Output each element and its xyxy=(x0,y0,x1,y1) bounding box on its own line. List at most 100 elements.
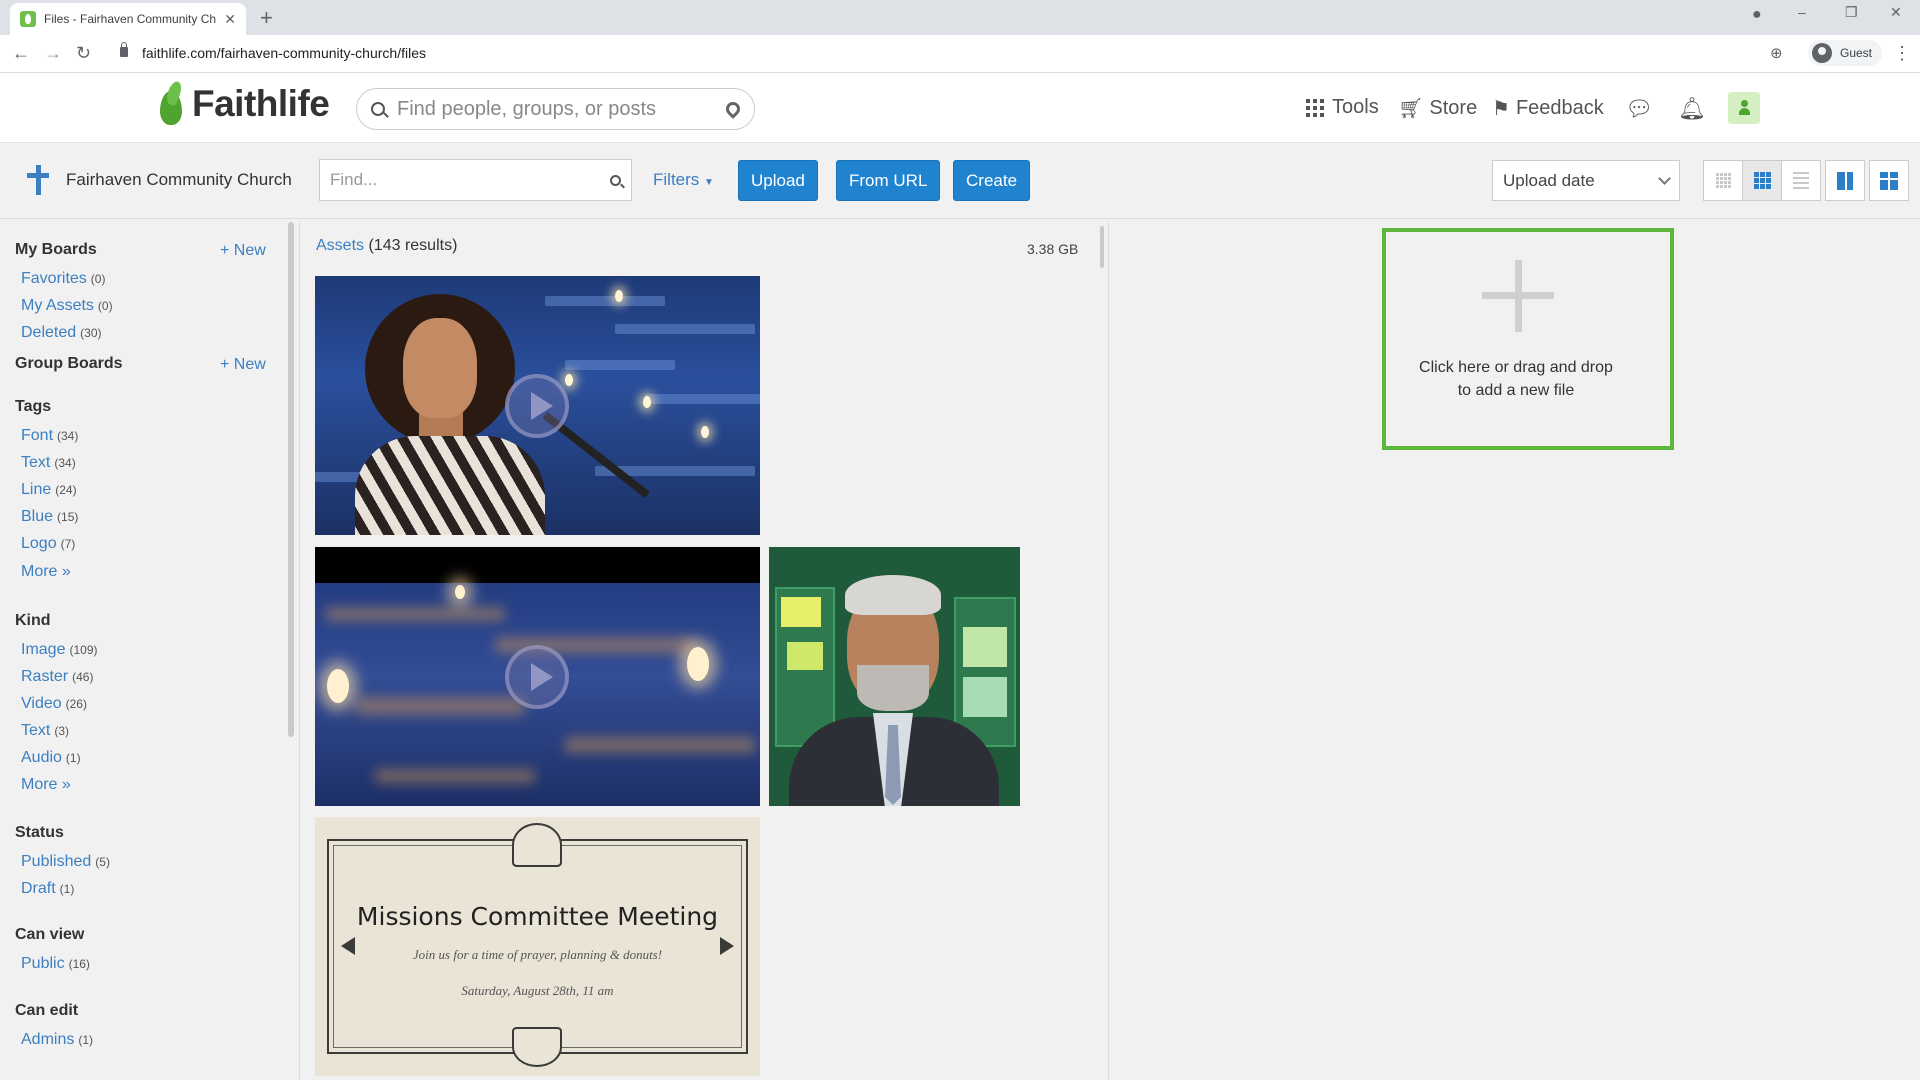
view-grid-button[interactable] xyxy=(1742,160,1782,201)
sidebar-item-count: (15) xyxy=(57,510,79,524)
find-search-icon[interactable] xyxy=(610,174,621,186)
sidebar-item-kind-text[interactable]: Text (3) xyxy=(21,722,69,740)
restore-icon[interactable]: ❐ xyxy=(1845,4,1858,21)
can-view-heading: Can view xyxy=(15,926,85,943)
sidebar-item-my-assets[interactable]: My Assets (0) xyxy=(21,297,113,315)
browser-menu-icon[interactable]: ⋮ xyxy=(1893,43,1911,64)
tools-menu[interactable]: Tools xyxy=(1306,96,1379,119)
tab-close-icon[interactable]: ✕ xyxy=(224,11,236,28)
tags-more-link[interactable]: More » xyxy=(21,563,71,581)
address-bar[interactable]: faithlife.com/fairhaven-community-church… xyxy=(142,45,426,61)
asset-thumbnail-video-singer[interactable] xyxy=(315,276,760,535)
sidebar-item-can-edit-admins[interactable]: Admins (1) xyxy=(21,1031,93,1049)
sidebar-item-favorites[interactable]: Favorites (0) xyxy=(21,270,105,288)
background-brick xyxy=(615,324,755,334)
location-pin-icon[interactable] xyxy=(723,99,743,119)
profile-button[interactable]: Guest xyxy=(1808,40,1883,66)
sidebar-item-label: Audio xyxy=(21,749,62,766)
dropzone-line-1: Click here or drag and drop xyxy=(1419,359,1613,376)
chevron-down-icon xyxy=(1658,172,1671,185)
sidebar-item-tag-text[interactable]: Text (34) xyxy=(21,454,76,472)
asset-thumbnail-invitation-card[interactable]: Missions Committee Meeting Join us for a… xyxy=(315,817,760,1076)
add-file-plus-icon[interactable] xyxy=(1482,260,1554,332)
sidebar-item-label: Admins xyxy=(21,1031,75,1048)
sidebar-item-kind-audio[interactable]: Audio (1) xyxy=(21,749,81,767)
view-masonry-button[interactable] xyxy=(1869,160,1909,201)
bokeh-light xyxy=(455,585,465,599)
profile-avatar-icon xyxy=(1812,43,1832,63)
faithlife-logo[interactable]: Faithlife xyxy=(158,81,330,127)
media-control-icon[interactable]: ● xyxy=(1752,6,1762,24)
sidebar-item-tag-font[interactable]: Font (34) xyxy=(21,427,78,445)
church-cross-icon xyxy=(27,165,49,195)
store-link[interactable]: 🛒︎ Store xyxy=(1398,96,1477,121)
files-toolbar: Fairhaven Community Church Filters ▼ Upl… xyxy=(0,143,1920,219)
blurred-shape xyxy=(565,737,755,753)
zoom-icon[interactable]: ⊕ xyxy=(1770,44,1783,62)
singer-face xyxy=(403,318,477,418)
global-search[interactable] xyxy=(356,88,755,130)
view-list-button[interactable] xyxy=(1781,160,1821,201)
sidebar-item-label: Raster xyxy=(21,668,69,685)
view-details-panel-button[interactable] xyxy=(1825,160,1865,201)
notifications-bell-icon[interactable]: 🔔︎ xyxy=(1678,96,1706,122)
sidebar-item-status-draft[interactable]: Draft (1) xyxy=(21,880,74,898)
find-box[interactable] xyxy=(319,159,632,201)
forward-icon[interactable]: → xyxy=(44,43,62,64)
sidebar-item-kind-video[interactable]: Video (26) xyxy=(21,695,87,713)
card-date: Saturday, August 28th, 11 am xyxy=(461,983,614,998)
sidebar-item-label: Public xyxy=(21,955,65,972)
group-name[interactable]: Fairhaven Community Church xyxy=(66,170,292,190)
sidebar-item-tag-line[interactable]: Line (24) xyxy=(21,481,77,499)
sidebar-item-deleted[interactable]: Deleted (30) xyxy=(21,324,102,342)
create-button[interactable]: Create xyxy=(953,160,1031,201)
dropzone-instructions[interactable]: Click here or drag and drop to add a new… xyxy=(1392,356,1640,402)
asset-thumbnail-image-portrait[interactable] xyxy=(769,547,1020,806)
find-input[interactable] xyxy=(330,170,610,190)
user-avatar[interactable] xyxy=(1728,92,1760,124)
back-icon[interactable]: ← xyxy=(12,43,30,64)
feedback-link[interactable]: ⚑ Feedback xyxy=(1492,96,1604,121)
feedback-label: Feedback xyxy=(1515,97,1604,119)
kind-more-link[interactable]: More » xyxy=(21,776,71,794)
sort-select[interactable]: Upload date xyxy=(1492,160,1680,201)
sidebar-item-tag-blue[interactable]: Blue (15) xyxy=(21,508,78,526)
sticky-note xyxy=(963,677,1007,717)
apps-grid-icon xyxy=(1306,98,1324,117)
play-icon[interactable] xyxy=(505,645,569,709)
close-window-icon[interactable]: ✕ xyxy=(1890,4,1902,21)
messages-icon[interactable]: 💬︎ xyxy=(1625,96,1653,122)
browser-tab[interactable]: Files - Fairhaven Community Chu ✕ xyxy=(10,3,246,35)
site-header: Faithlife Tools 🛒︎ Store ⚑ Feedback 💬︎ 🔔… xyxy=(0,73,1920,143)
new-group-board-link[interactable]: + New xyxy=(220,356,266,374)
sidebar-item-can-view-public[interactable]: Public (16) xyxy=(21,955,90,973)
faithlife-favicon-icon xyxy=(20,11,36,27)
minimize-icon[interactable]: – xyxy=(1798,4,1806,20)
new-tab-icon[interactable]: + xyxy=(260,5,273,31)
global-search-input[interactable] xyxy=(397,97,726,121)
sidebar-item-label: My Assets xyxy=(21,297,94,314)
sidebar-item-kind-raster[interactable]: Raster (46) xyxy=(21,668,93,686)
assets-scrollbar[interactable] xyxy=(1100,226,1104,268)
view-small-grid-button[interactable] xyxy=(1703,160,1743,201)
sidebar-item-count: (34) xyxy=(57,429,79,443)
my-boards-heading: My Boards xyxy=(15,241,97,258)
from-url-button[interactable]: From URL xyxy=(836,160,941,201)
sidebar-scrollbar[interactable] xyxy=(288,222,294,737)
assets-link[interactable]: Assets xyxy=(316,237,364,254)
assets-panel: Assets (143 results) 3.38 GB Missions Co… xyxy=(301,220,1109,1080)
filters-dropdown[interactable]: Filters ▼ xyxy=(653,170,714,190)
sidebar-item-kind-image[interactable]: Image (109) xyxy=(21,641,97,659)
stage-light xyxy=(615,290,623,302)
sidebar-item-status-published[interactable]: Published (5) xyxy=(21,853,110,871)
reload-icon[interactable]: ↻ xyxy=(76,43,91,64)
upload-button[interactable]: Upload xyxy=(738,160,818,201)
new-my-board-link[interactable]: + New xyxy=(220,242,266,260)
filters-label: Filters xyxy=(653,170,700,189)
sidebar-item-count: (0) xyxy=(90,272,106,286)
play-icon[interactable] xyxy=(505,374,569,438)
sidebar-item-label: Blue xyxy=(21,508,54,525)
sidebar-item-tag-logo[interactable]: Logo (7) xyxy=(21,535,75,553)
profile-label: Guest xyxy=(1840,46,1873,60)
asset-thumbnail-video-bokeh[interactable] xyxy=(315,547,760,806)
